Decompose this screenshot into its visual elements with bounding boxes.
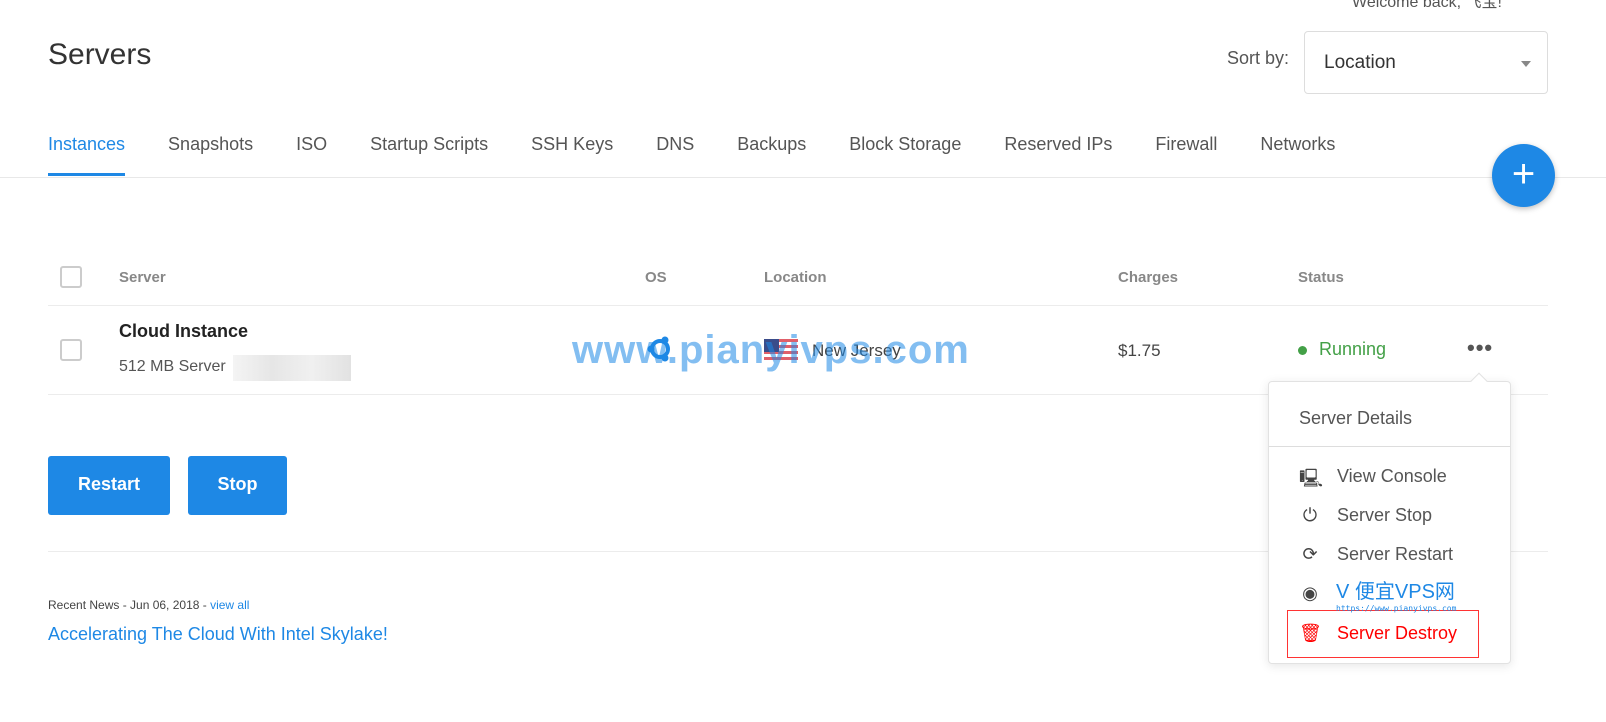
chevron-down-icon [1521, 61, 1531, 67]
menu-arrow [1470, 372, 1488, 390]
server-context-menu: Server Details 🖳 View Console ⏻ Server Sto… [1268, 372, 1511, 664]
disc-icon: ◉ [1302, 583, 1318, 603]
server-plan: 512 MB Server [119, 358, 226, 375]
menu-label: View Console [1337, 466, 1447, 486]
tab-firewall[interactable]: Firewall [1155, 134, 1217, 176]
power-icon: ⏻ [1302, 505, 1318, 525]
tab-snapshots[interactable]: Snapshots [168, 134, 253, 176]
tab-instances[interactable]: Instances [48, 134, 126, 176]
tab-dns[interactable]: DNS [656, 134, 694, 176]
tab-bar: Instances Snapshots ISO Startup Scripts … [48, 134, 1378, 176]
menu-label: Server Destroy [1337, 623, 1458, 643]
server-name-link[interactable]: Cloud Instance [119, 321, 248, 342]
tab-iso[interactable]: ISO [296, 134, 327, 176]
menu-label: Server Details [1299, 408, 1413, 428]
redacted-ip [233, 355, 351, 381]
welcome-text: Welcome back, 飞宝! [1352, 0, 1502, 11]
divider [1269, 446, 1510, 447]
row-checkbox[interactable] [60, 339, 82, 361]
trash-icon: 🗑 [1299, 623, 1322, 643]
col-location: Location [764, 269, 827, 286]
sort-select[interactable]: Location [1304, 31, 1548, 94]
news-date: Recent News - Jun 06, 2018 - [48, 598, 211, 612]
tab-reserved-ips[interactable]: Reserved IPs [1004, 134, 1112, 176]
server-location: New Jersey [812, 341, 901, 360]
restart-icon: ⟳ [1302, 544, 1318, 564]
sort-label: Sort by: [1227, 48, 1290, 68]
status-badge: Running [1298, 339, 1386, 360]
add-server-button[interactable]: + [1492, 144, 1555, 207]
col-server: Server [119, 269, 166, 286]
restart-button[interactable]: Restart [48, 456, 170, 515]
select-all-checkbox[interactable] [60, 266, 82, 288]
col-charges: Charges [1118, 269, 1179, 286]
menu-label: Server Stop [1337, 505, 1433, 525]
tab-backups[interactable]: Backups [737, 134, 806, 176]
ubuntu-icon [647, 336, 670, 362]
col-status: Status [1298, 269, 1344, 286]
divider [48, 305, 1548, 306]
server-charges: $1.75 [1118, 341, 1161, 360]
page-title: Servers [48, 38, 152, 71]
tab-ssh-keys[interactable]: SSH Keys [531, 134, 613, 176]
status-dot-icon [1298, 345, 1307, 355]
tab-startup-scripts[interactable]: Startup Scripts [370, 134, 488, 176]
news-headline-link[interactable]: Accelerating The Cloud With Intel Skylak… [48, 624, 388, 645]
col-os: OS [645, 269, 667, 286]
stop-button[interactable]: Stop [188, 456, 287, 515]
more-options-button[interactable]: ••• [1467, 335, 1493, 361]
view-all-link[interactable]: view all [210, 598, 249, 612]
menu-label: Server Restart [1337, 544, 1454, 564]
tab-networks[interactable]: Networks [1260, 134, 1335, 176]
divider [0, 177, 1606, 178]
recent-news: Recent News - Jun 06, 2018 - view all [48, 598, 249, 612]
tab-block-storage[interactable]: Block Storage [849, 134, 961, 176]
status-text: Running [1319, 339, 1387, 359]
console-icon: 🖳 [1299, 468, 1324, 488]
us-flag-icon [764, 339, 798, 363]
sort-value: Location [1324, 52, 1396, 73]
